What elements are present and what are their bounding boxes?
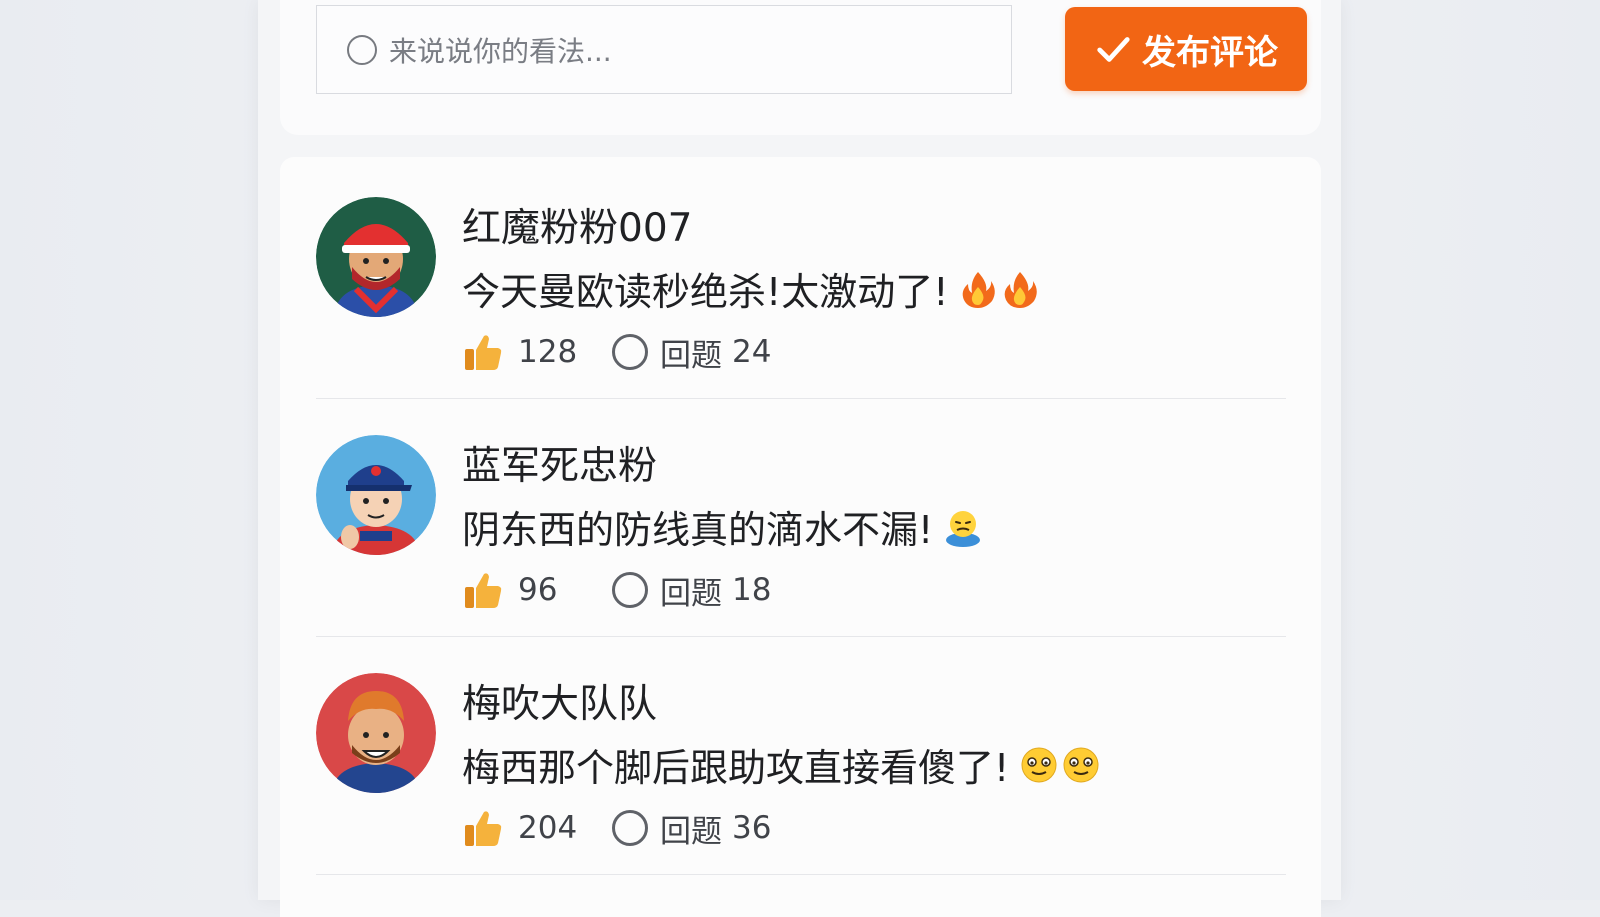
comment-input[interactable]: 来说说你的看法... bbox=[316, 5, 1012, 94]
emoji-group bbox=[1019, 745, 1103, 785]
like-button[interactable]: 204 bbox=[462, 807, 612, 849]
fire-emoji-icon bbox=[963, 271, 996, 308]
avatar-blue-cap-fan-icon bbox=[316, 435, 436, 555]
thumbs-up-icon bbox=[465, 573, 502, 608]
circle-icon bbox=[347, 34, 377, 65]
comment-text-content: 梅西那个脚后跟助攻直接看傻了! bbox=[462, 746, 1010, 790]
reply-button[interactable]: 回题 36 bbox=[612, 806, 771, 851]
like-count: 204 bbox=[518, 810, 578, 846]
comment-input-placeholder: 来说说你的看法... bbox=[389, 34, 612, 68]
comments-panel: 来说说你的看法... 发布评论 红魔粉粉007 今天曼欧读秒绝杀!太激动了! 1… bbox=[258, 0, 1341, 917]
comment-username[interactable]: 梅吹大队队 bbox=[462, 673, 657, 729]
check-icon bbox=[1097, 37, 1130, 62]
reply-count: 18 bbox=[732, 572, 772, 608]
comment-list: 红魔粉粉007 今天曼欧读秒绝杀!太激动了! 128 回题 24 蓝军死忠粉 阴… bbox=[280, 157, 1321, 917]
comment-item: 红魔粉粉007 今天曼欧读秒绝杀!太激动了! 128 回题 24 bbox=[316, 157, 1286, 399]
comment-actions: 128 回题 24 bbox=[462, 329, 771, 375]
avatar-red-cap-fan-icon bbox=[316, 197, 436, 317]
comment-text: 梅西那个脚后跟助攻直接看傻了! bbox=[462, 737, 1103, 792]
reply-count: 24 bbox=[732, 334, 772, 370]
publish-comment-button[interactable]: 发布评论 bbox=[1065, 7, 1307, 91]
avatar-orange-hair-fan-icon bbox=[316, 673, 436, 793]
comment-text-content: 阴东西的防线真的滴水不漏! bbox=[462, 508, 934, 552]
reply-button[interactable]: 回题 18 bbox=[612, 568, 771, 613]
emoji-group bbox=[943, 507, 985, 547]
comment-actions: 204 回题 36 bbox=[462, 805, 771, 851]
comment-bubble-icon bbox=[612, 572, 648, 608]
comment-composer: 来说说你的看法... 发布评论 bbox=[280, 0, 1321, 135]
comment-username[interactable]: 红魔粉粉007 bbox=[462, 197, 692, 253]
reply-label: 回题 bbox=[660, 337, 722, 374]
fire-emoji-icon bbox=[1005, 271, 1038, 308]
comment-bubble-icon bbox=[612, 810, 648, 846]
thumbs-up-icon bbox=[465, 811, 502, 846]
like-button[interactable]: 128 bbox=[462, 331, 612, 373]
like-count: 96 bbox=[518, 572, 558, 608]
like-count: 128 bbox=[518, 334, 578, 370]
comment-bubble-icon bbox=[612, 334, 648, 370]
reply-label: 回题 bbox=[660, 813, 722, 850]
dazed-face-emoji-icon bbox=[1063, 747, 1099, 782]
comment-text-content: 今天曼欧读秒绝杀!太激动了! bbox=[462, 270, 949, 314]
publish-comment-label: 发布评论 bbox=[1142, 33, 1278, 72]
reply-label: 回题 bbox=[660, 575, 722, 612]
comment-text: 今天曼欧读秒绝杀!太激动了! bbox=[462, 261, 1042, 316]
avatar[interactable] bbox=[316, 197, 436, 317]
avatar[interactable] bbox=[316, 673, 436, 793]
nervous-face-emoji-icon bbox=[946, 510, 981, 547]
reply-button[interactable]: 回题 24 bbox=[612, 330, 771, 375]
comment-item: 梅吹大队队 梅西那个脚后跟助攻直接看傻了! 204 回题 36 bbox=[316, 633, 1286, 875]
like-button[interactable]: 96 bbox=[462, 569, 612, 611]
comment-item: 蓝军死忠粉 阴东西的防线真的滴水不漏! 96 回题 18 bbox=[316, 395, 1286, 637]
emoji-group bbox=[958, 269, 1042, 309]
comment-text: 阴东西的防线真的滴水不漏! bbox=[462, 499, 985, 554]
reply-count: 36 bbox=[732, 810, 772, 846]
thumbs-up-icon bbox=[465, 335, 502, 370]
dazed-face-emoji-icon bbox=[1021, 747, 1057, 782]
comment-actions: 96 回题 18 bbox=[462, 567, 771, 613]
comment-username[interactable]: 蓝军死忠粉 bbox=[462, 435, 657, 491]
avatar[interactable] bbox=[316, 435, 436, 555]
